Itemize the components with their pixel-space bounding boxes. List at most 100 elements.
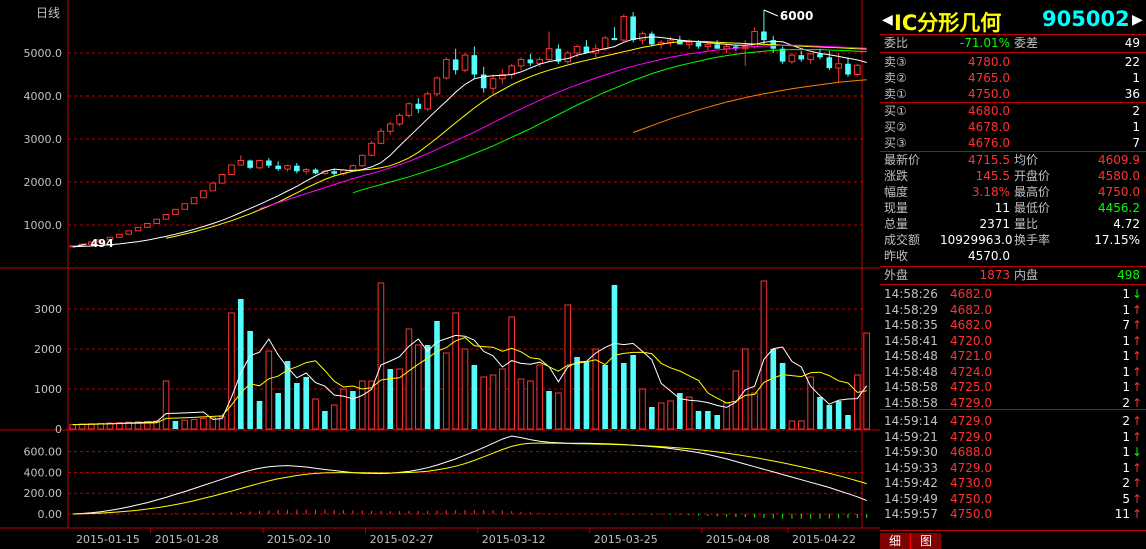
stat-row: 幅度 3.18% 最高价 4750.0 (880, 185, 1146, 200)
candle-body (396, 114, 403, 125)
tick-row[interactable]: 14:59:57 4750.0 11 ↑ (880, 507, 1146, 522)
tick-row[interactable]: 14:59:49 4750.0 5 ↑ (880, 492, 1146, 507)
date-axis-label: 2015-01-28 (155, 533, 219, 546)
volume-bar (714, 415, 721, 429)
buy-level-volume: 2 (1132, 104, 1140, 118)
quote-panel: ◀ IC分形几何 905002 ▶ 委比 -71.01% 委差 49 卖③ 4780.0 2… (880, 0, 1146, 549)
volume-bar (200, 418, 207, 430)
date-axis-label: 2015-04-08 (706, 533, 770, 546)
candle-body (611, 37, 618, 41)
volume-bar (275, 393, 281, 429)
stat-label: 开盘价 (1014, 169, 1051, 183)
volume-bar (574, 357, 580, 429)
candle-body (452, 59, 459, 71)
tick-row[interactable]: 14:58:26 4682.0 1 ↓ (880, 287, 1146, 302)
low-price-label: 494 (91, 237, 114, 250)
candle-body (630, 16, 636, 41)
tick-row[interactable]: 14:59:42 4730.0 2 ↑ (880, 476, 1146, 491)
divider (880, 151, 1146, 152)
volume-bar (751, 392, 758, 430)
candle-body (218, 173, 226, 184)
tick-row[interactable]: 14:59:30 4688.0 1 ↓ (880, 445, 1146, 460)
volume-bar (312, 398, 319, 430)
tick-volume: 2 (1122, 414, 1130, 428)
tick-volume: 1 (1122, 364, 1130, 379)
stat-value: 4715.5 (968, 153, 1010, 167)
tick-price: 4730.0 (950, 476, 992, 490)
tick-price: 4682.0 (950, 287, 992, 301)
volume-axis-label: 3000 (34, 303, 62, 316)
candle-body (144, 222, 151, 228)
ma-line-ma60 (632, 79, 867, 133)
candle-body (247, 160, 253, 168)
candle-body (461, 54, 469, 71)
tick-row[interactable]: 14:58:41 4720.0 1 ↑ (880, 334, 1146, 349)
candle-body (209, 182, 217, 192)
stat-value: 4750.0 (1098, 185, 1140, 199)
stat-value: 145.5 (975, 169, 1010, 183)
tick-price: 4729.0 (950, 414, 992, 428)
tick-row[interactable]: 14:58:29 4682.0 1 ↑ (880, 303, 1146, 318)
kline-chart[interactable]: 日线 5000.0 4000.0 3000.0 2000.0 1000.0 6000 494 3… (0, 0, 880, 549)
stat-value: 4570.0 (968, 249, 1010, 263)
volume-bar (340, 388, 347, 430)
volume-bar (452, 312, 459, 430)
candle-body (368, 142, 375, 156)
sell-level-volume: 36 (1124, 87, 1140, 101)
volume-bar (69, 424, 76, 430)
volume-bar (770, 349, 777, 429)
sell-level-label: 卖③ (884, 55, 907, 69)
divider (880, 266, 1146, 267)
stat-label: 现量 (884, 201, 909, 215)
volume-axis-label: 1000 (34, 383, 62, 396)
volume-bar (172, 421, 179, 429)
candle-body (181, 203, 189, 210)
ma-line-ma30 (352, 49, 867, 194)
candle-body (798, 55, 805, 60)
tick-time: 14:58:35 (884, 318, 938, 332)
tick-direction-icon: ↑ (1132, 460, 1143, 475)
tick-direction-icon: ↑ (1132, 364, 1143, 379)
volume-bar (443, 352, 450, 430)
tick-volume: 1 (1122, 460, 1130, 475)
candle-body (386, 123, 394, 132)
tick-direction-icon: ↑ (1132, 414, 1143, 428)
tick-time: 14:58:41 (884, 333, 938, 348)
next-arrow-icon[interactable]: ▶ (1132, 10, 1143, 30)
volume-bar (835, 401, 842, 429)
candle-body (471, 55, 478, 75)
tick-volume: 7 (1122, 318, 1130, 332)
volume-bar (350, 391, 356, 429)
kline-chart-area[interactable]: 日线 5000.0 4000.0 3000.0 2000.0 1000.0 6000 494 3… (0, 0, 880, 549)
indicator-axis-label: 400.00 (24, 466, 63, 479)
stat-value: 17.15% (1094, 233, 1140, 247)
candle-body (424, 93, 431, 110)
volume-bar (583, 361, 590, 429)
tick-time: 14:59:14 (884, 414, 938, 428)
buy-level-row: 买① 4680.0 2 (880, 104, 1146, 119)
tick-row[interactable]: 14:59:14 4729.0 2 ↑ (880, 414, 1146, 429)
tick-row[interactable]: 14:59:21 4729.0 1 ↑ (880, 430, 1146, 445)
tick-volume: 1 (1122, 287, 1130, 301)
tick-row[interactable]: 14:59:33 4729.0 1 ↑ (880, 461, 1146, 476)
candle-body (349, 165, 357, 171)
tick-row[interactable]: 14:58:35 4682.0 7 ↑ (880, 318, 1146, 333)
prev-arrow-icon[interactable]: ◀ (882, 10, 893, 30)
high-price-label: 6000 (780, 9, 813, 23)
tick-row[interactable]: 14:58:48 4724.0 1 ↑ (880, 365, 1146, 380)
candle-body (536, 58, 544, 64)
tick-direction-icon: ↑ (1132, 333, 1143, 348)
buy-level-label: 买① (884, 104, 907, 118)
volume-bar (247, 331, 253, 429)
tick-row[interactable]: 14:58:58 4725.0 1 ↑ (880, 380, 1146, 395)
tick-row[interactable]: 14:58:48 4721.0 1 ↑ (880, 349, 1146, 364)
indicator-axis-label: 600.00 (24, 446, 63, 459)
ma-line-ma5 (72, 36, 867, 248)
candle-body (302, 169, 310, 172)
tab-detail[interactable]: 细 (880, 533, 910, 549)
candle-body (854, 64, 861, 75)
candle-body (125, 230, 133, 235)
candle-body (788, 54, 796, 63)
tab-chart[interactable]: 图 (910, 533, 941, 549)
tick-price: 4729.0 (950, 429, 992, 444)
